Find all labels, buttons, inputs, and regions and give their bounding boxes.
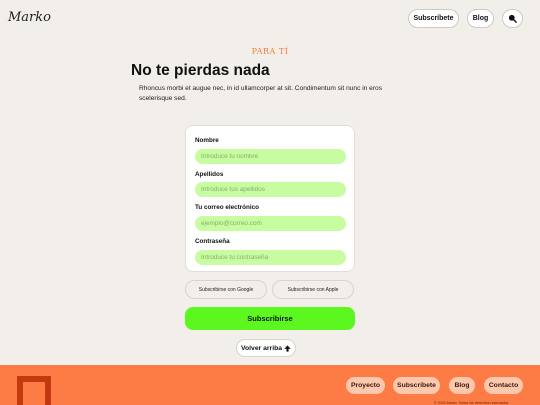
apellidos-label: Apellidos	[195, 171, 224, 178]
footer-link-blog[interactable]: Blog	[449, 377, 475, 394]
back-to-top-button[interactable]: Volver arriba	[236, 339, 296, 357]
footer-logo[interactable]	[17, 376, 51, 405]
password-label: Contraseña	[195, 238, 230, 245]
site-logo[interactable]: Marko	[8, 10, 51, 25]
subscribe-submit-button[interactable]: Subscribirse	[185, 307, 355, 330]
email-input[interactable]	[195, 216, 346, 231]
site-header: Marko Subscríbete Blog	[0, 0, 540, 38]
search-button[interactable]	[502, 9, 523, 28]
footer-copyright: © 2024 Marko. Todos los derechos reserva…	[434, 401, 509, 405]
footer-link-subscribete[interactable]: Subscríbete	[393, 377, 440, 394]
back-to-top-label: Volver arriba	[240, 344, 283, 352]
nombre-input[interactable]	[195, 149, 346, 164]
nombre-label: Nombre	[195, 137, 219, 144]
footer-link-contacto[interactable]: Contacto	[484, 377, 523, 394]
signup-form-card: Nombre Apellidos Tu correo electrónico C…	[185, 125, 355, 272]
subscribe-apple-button[interactable]: Subscribirse con Apple	[272, 280, 354, 299]
nav-subscribe-button[interactable]: Subscríbete	[408, 9, 459, 28]
site-footer: Proyecto Subscríbete Blog Contacto © 202…	[0, 365, 540, 405]
subscribe-google-button[interactable]: Subscribirse con Google	[185, 280, 267, 299]
section-eyebrow: PARA TÍ	[251, 47, 289, 56]
password-input[interactable]	[195, 250, 346, 265]
search-icon	[508, 14, 517, 23]
email-label: Tu correo electrónico	[195, 204, 259, 211]
footer-link-proyecto[interactable]: Proyecto	[346, 377, 385, 394]
apellidos-input[interactable]	[195, 182, 346, 197]
page-title: No te pierdas nada	[131, 62, 270, 79]
arrow-up-icon	[284, 344, 291, 352]
nav-blog-button[interactable]: Blog	[467, 9, 494, 28]
page-description: Rhoncus morbi et augue nec, in id ullamc…	[139, 85, 382, 102]
